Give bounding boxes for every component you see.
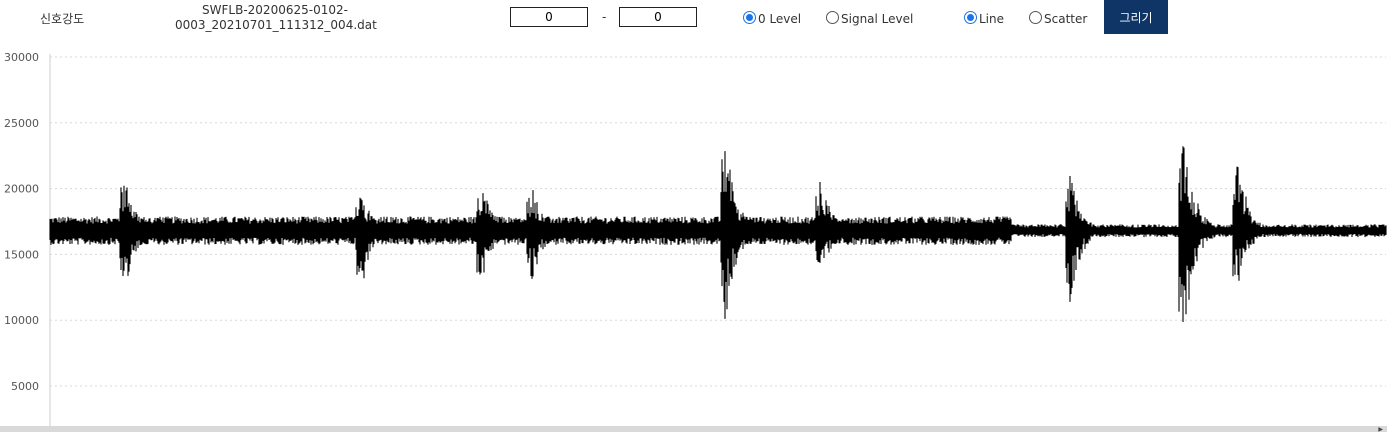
signal-level-label[interactable]: Signal Level [841, 12, 913, 26]
y-tick-label: 20000 [4, 183, 39, 196]
range-separator: - [602, 10, 607, 24]
zero-level-radio[interactable] [743, 11, 756, 24]
y-tick-label: 25000 [4, 117, 39, 130]
line-style-radio[interactable] [964, 11, 977, 24]
range-start-input[interactable] [510, 7, 588, 27]
file-name-line1: SWFLB-20200625-0102- [202, 3, 348, 17]
signal-level-radio[interactable] [826, 11, 839, 24]
scatter-style-radio[interactable] [1029, 11, 1042, 24]
file-name: SWFLB-20200625-0102- 0003_20210701_11131… [175, 3, 377, 33]
horizontal-scrollbar[interactable] [0, 426, 1387, 432]
y-tick-label: 10000 [4, 314, 39, 327]
file-name-line2: 0003_20210701_111312_004.dat [175, 18, 377, 32]
draw-button[interactable]: 그리기 [1104, 0, 1168, 34]
line-style-label[interactable]: Line [979, 12, 1004, 26]
scroll-right-arrow-icon[interactable]: ▶ [1378, 427, 1383, 433]
zero-level-label[interactable]: 0 Level [758, 12, 801, 26]
range-end-input[interactable] [619, 7, 697, 27]
signal-strength-chart: 30000 25000 20000 15000 10000 5000 [4, 51, 1387, 426]
signal-strength-label: 신호강도 [40, 12, 85, 26]
signal-series-line [49, 146, 1387, 322]
y-tick-label: 30000 [4, 51, 39, 64]
toolbar: 신호강도 SWFLB-20200625-0102- 0003_20210701_… [0, 0, 1387, 40]
y-tick-label: 15000 [4, 248, 39, 261]
y-tick-label: 5000 [11, 380, 39, 393]
scatter-style-label[interactable]: Scatter [1044, 12, 1087, 26]
